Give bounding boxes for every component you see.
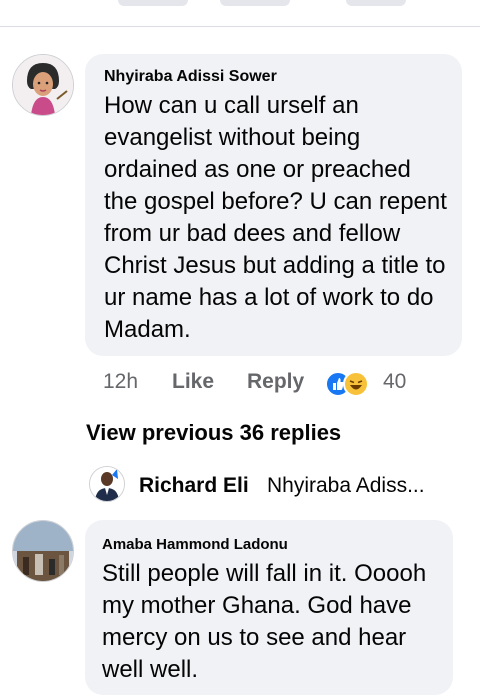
reply-preview-row[interactable]: Richard Eli Nhyiraba Adiss...: [89, 466, 469, 502]
comment-text: How can u call urself an evangelist with…: [104, 92, 447, 343]
reaction-count: 40: [383, 370, 407, 393]
comment-author[interactable]: Amaba Hammond Ladonu: [102, 536, 288, 553]
comment-bubble[interactable]: Amaba Hammond Ladonu Still people will f…: [85, 520, 453, 695]
avatar[interactable]: [12, 520, 74, 582]
view-previous-replies[interactable]: View previous 36 replies: [86, 420, 341, 446]
reply-author[interactable]: Richard Eli: [139, 474, 249, 498]
comment-timestamp: 12h: [103, 370, 139, 393]
avatar[interactable]: [89, 466, 125, 502]
comment-actions: 12h Like Reply 40: [103, 370, 423, 398]
comment-text: Still people will fall in it. Ooooh my m…: [102, 560, 427, 683]
reaction-summary[interactable]: 40: [325, 370, 407, 398]
top-action-fragment[interactable]: [118, 0, 188, 6]
comment-bubble[interactable]: Nhyiraba Adissi Sower How can u call urs…: [85, 54, 462, 356]
top-action-bar: [0, 0, 480, 27]
top-action-fragment[interactable]: [220, 0, 290, 6]
haha-icon: [343, 371, 369, 397]
like-button[interactable]: Like: [172, 370, 214, 394]
top-action-fragment[interactable]: [346, 0, 406, 6]
comment-author[interactable]: Nhyiraba Adissi Sower: [104, 68, 277, 86]
reply-snippet: Nhyiraba Adiss...: [267, 474, 425, 497]
avatar[interactable]: [12, 54, 74, 116]
reply-button[interactable]: Reply: [247, 370, 304, 394]
